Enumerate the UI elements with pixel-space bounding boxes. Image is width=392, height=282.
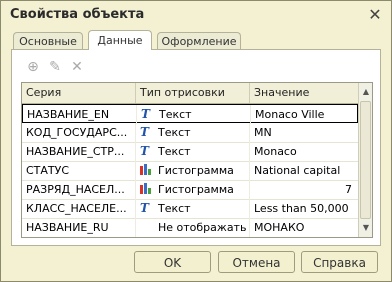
render-type-cell[interactable]: T Текст: [137, 105, 251, 124]
title-bar: Свойства объекта ✕: [1, 1, 391, 29]
cancel-button[interactable]: Отмена: [218, 251, 295, 273]
table-row[interactable]: НАЗВАНИЕ_СТР... T Текст Monaco: [22, 142, 358, 162]
series-name-cell[interactable]: НАЗВАНИЕ_СТР...: [22, 142, 136, 161]
histogram-icon: [140, 164, 154, 175]
series-name-cell[interactable]: КЛАСС_НАСЕЛЕ...: [22, 199, 136, 218]
render-type-cell[interactable]: T Текст: [136, 123, 250, 142]
value-cell[interactable]: Monaco Ville: [251, 105, 359, 124]
render-type-cell[interactable]: T Текст: [136, 142, 250, 161]
column-header-value[interactable]: Значение: [250, 83, 358, 103]
text-icon: T: [140, 125, 149, 139]
text-icon: T: [140, 201, 149, 215]
value-cell[interactable]: МОНАКО: [250, 218, 358, 237]
text-icon: T: [141, 107, 150, 121]
ok-button[interactable]: OK: [134, 251, 211, 273]
render-type-label: Текст: [158, 126, 191, 139]
tab-main[interactable]: Основные: [13, 32, 83, 50]
scroll-thumb[interactable]: [360, 101, 371, 219]
tab-appearance[interactable]: Оформление: [157, 32, 241, 50]
table-row[interactable]: СТАТУС Гистограмма National capital: [22, 161, 358, 181]
close-icon[interactable]: ✕: [366, 6, 384, 24]
table-row[interactable]: НАЗВАНИЕ_EN T Текст Monaco Ville: [22, 104, 359, 124]
column-header-render-type[interactable]: Тип отрисовки: [136, 83, 250, 103]
value-cell[interactable]: Monaco: [250, 142, 358, 161]
text-icon: T: [140, 144, 149, 158]
series-name-cell[interactable]: РАЗРЯД_НАСЕЛ...: [22, 180, 136, 199]
delete-icon[interactable]: ✕: [68, 58, 86, 76]
edit-icon[interactable]: ✎: [46, 58, 64, 76]
help-button[interactable]: Справка: [301, 251, 378, 273]
render-type-label: Гистограмма: [158, 183, 234, 196]
series-name-cell[interactable]: НАЗВАНИЕ_EN: [23, 105, 137, 124]
render-type-cell[interactable]: Не отображать: [136, 218, 250, 237]
data-tab-panel: ⊕ ✎ ✕ Серия Тип отрисовки Значение НАЗВА…: [11, 49, 381, 246]
value-cell[interactable]: 7: [250, 180, 358, 199]
table-row[interactable]: РАЗРЯД_НАСЕЛ... Гистограмма 7: [22, 180, 358, 200]
scroll-down-icon[interactable]: ▼: [359, 221, 372, 235]
series-grid: Серия Тип отрисовки Значение НАЗВАНИЕ_EN…: [21, 82, 373, 238]
render-type-label: Гистограмма: [158, 164, 234, 177]
render-type-label: Текст: [158, 145, 191, 158]
render-type-label: Не отображать: [158, 221, 247, 234]
render-type-cell[interactable]: Гистограмма: [136, 161, 250, 180]
table-row[interactable]: КЛАСС_НАСЕЛЕ... T Текст Less than 50,000: [22, 199, 358, 219]
render-type-cell[interactable]: T Текст: [136, 199, 250, 218]
histogram-icon: [140, 183, 154, 194]
render-type-label: Текст: [158, 202, 191, 215]
tab-data[interactable]: Данные: [88, 30, 152, 50]
render-type-cell[interactable]: Гистограмма: [136, 180, 250, 199]
dialog-title: Свойства объекта: [10, 7, 145, 22]
properties-dialog: Свойства объекта ✕ Основные Данные Оформ…: [0, 0, 392, 282]
series-name-cell[interactable]: КОД_ГОСУДАРС...: [22, 123, 136, 142]
vertical-scrollbar[interactable]: ▲ ▼: [358, 83, 372, 237]
series-name-cell[interactable]: СТАТУС: [22, 161, 136, 180]
column-header-series[interactable]: Серия: [22, 83, 136, 103]
render-type-label: Текст: [159, 108, 192, 121]
grid-header: Серия Тип отрисовки Значение: [22, 83, 358, 104]
add-icon[interactable]: ⊕: [24, 58, 42, 76]
table-row[interactable]: КОД_ГОСУДАРС... T Текст MN: [22, 123, 358, 143]
value-cell[interactable]: National capital: [250, 161, 358, 180]
table-row[interactable]: НАЗВАНИЕ_RU Не отображать МОНАКО: [22, 218, 358, 237]
value-cell[interactable]: Less than 50,000: [250, 199, 358, 218]
value-cell[interactable]: MN: [250, 123, 358, 142]
series-name-cell[interactable]: НАЗВАНИЕ_RU: [22, 218, 136, 237]
scroll-up-icon[interactable]: ▲: [359, 85, 372, 99]
